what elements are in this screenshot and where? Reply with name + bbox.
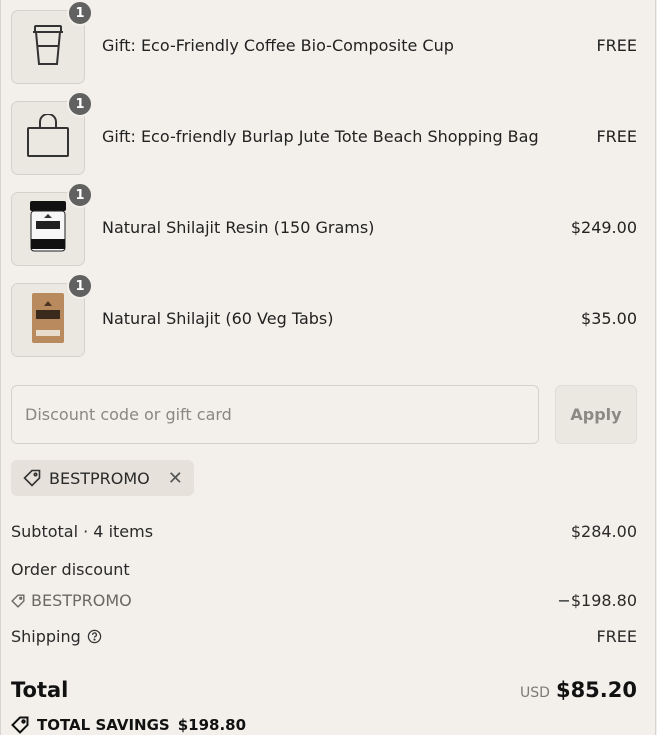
line-item: 1 Natural Shilajit Resin (150 Grams) $24… [11, 182, 637, 266]
savings-label: TOTAL SAVINGS [37, 716, 170, 734]
currency-code: USD [520, 685, 550, 701]
item-name: Natural Shilajit Resin (150 Grams) [102, 218, 375, 237]
help-icon[interactable] [87, 629, 102, 644]
discount-code-input[interactable]: Discount code or gift card [11, 385, 539, 444]
shipping-value: FREE [596, 627, 637, 646]
tabs-pouch-image [28, 290, 68, 350]
item-name: Gift: Eco-friendly Burlap Jute Tote Beac… [102, 127, 539, 146]
item-price: FREE [596, 127, 637, 146]
subtotal-label: Subtotal · 4 items [11, 522, 154, 541]
shipping-label: Shipping [11, 627, 81, 646]
tag-icon [11, 716, 29, 734]
quantity-badge: 1 [67, 273, 93, 299]
quantity-badge: 1 [67, 0, 93, 26]
shipping-row: Shipping FREE [11, 627, 637, 646]
discount-code-row: BESTPROMO −$198.80 [11, 591, 637, 612]
subtotal-value: $284.00 [570, 522, 637, 541]
tag-icon [23, 469, 41, 487]
order-discount-row: Order discount [11, 560, 637, 579]
total-savings: TOTAL SAVINGS $198.80 [11, 716, 246, 734]
total-value: $85.20 [555, 678, 637, 702]
total-row: Total USD $85.20 [11, 678, 637, 702]
applied-discount-chip: BESTPROMO ✕ [11, 460, 194, 496]
line-item: 1 Gift: Eco-friendly Burlap Jute Tote Be… [11, 91, 637, 175]
discount-code-label: BESTPROMO [31, 591, 132, 610]
item-name: Natural Shilajit (60 Veg Tabs) [102, 309, 334, 328]
frame-border-left [0, 0, 1, 735]
item-price: FREE [596, 36, 637, 55]
quantity-badge: 1 [67, 182, 93, 208]
item-price: $249.00 [570, 218, 637, 237]
discount-value: −$198.80 [557, 591, 637, 610]
savings-value: $198.80 [177, 716, 247, 734]
apply-button[interactable]: Apply [555, 385, 637, 444]
item-price: $35.00 [581, 309, 637, 328]
resin-jar-image [26, 199, 70, 259]
frame-border-right [655, 0, 656, 735]
item-name: Gift: Eco-Friendly Coffee Bio-Composite … [102, 36, 454, 55]
remove-discount-button[interactable]: ✕ [168, 468, 183, 489]
subtotal-row: Subtotal · 4 items $284.00 [11, 522, 637, 541]
quantity-badge: 1 [67, 91, 93, 117]
applied-code-label: BESTPROMO [49, 468, 150, 488]
tag-icon [11, 593, 25, 608]
total-label: Total [11, 678, 69, 702]
order-discount-label: Order discount [11, 560, 130, 579]
line-item: 1 Gift: Eco-Friendly Coffee Bio-Composit… [11, 0, 637, 84]
bag-icon [25, 113, 71, 162]
line-item: 1 Natural Shilajit (60 Veg Tabs) $35.00 [11, 273, 637, 357]
cup-icon [30, 22, 66, 72]
